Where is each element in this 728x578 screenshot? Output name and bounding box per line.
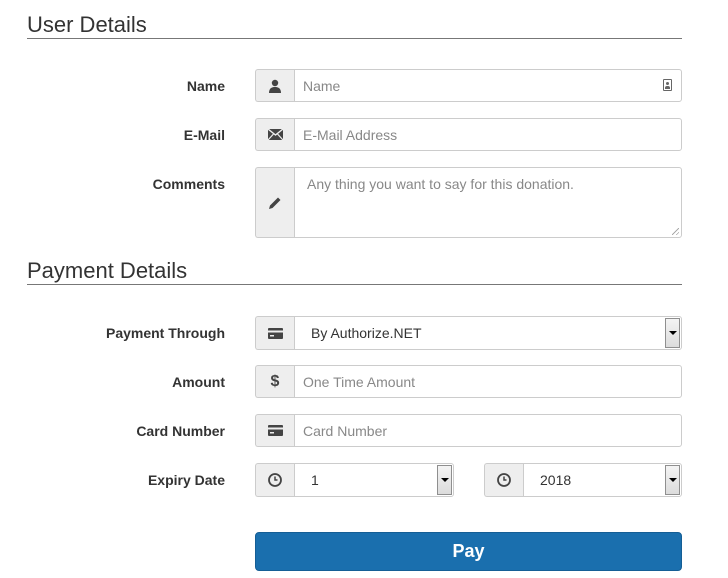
chevron-down-icon[interactable]: [665, 465, 680, 495]
contact-card-icon: [663, 79, 672, 91]
card-number-input-group: [255, 414, 682, 447]
credit-card-icon: [255, 316, 294, 350]
pay-button[interactable]: Pay: [255, 532, 682, 571]
comments-input-group: [255, 167, 682, 238]
card-number-label: Card Number: [136, 423, 225, 439]
payment-method-value: By Authorize.NET: [311, 325, 422, 341]
email-input-group: [255, 118, 682, 151]
payment-details-divider: [27, 284, 682, 285]
envelope-icon: [255, 118, 294, 151]
payment-through-group: By Authorize.NET: [255, 316, 682, 350]
chevron-down-icon[interactable]: [437, 465, 452, 495]
credit-card-icon: [255, 414, 294, 447]
expiry-month-select[interactable]: 1: [294, 463, 454, 497]
name-label: Name: [186, 78, 225, 94]
chevron-down-icon[interactable]: [665, 318, 680, 348]
payment-method-select[interactable]: By Authorize.NET: [294, 316, 682, 350]
comments-label: Comments: [152, 176, 225, 192]
user-icon: [255, 69, 294, 102]
expiry-month-value: 1: [311, 472, 319, 488]
comments-textarea[interactable]: [294, 167, 682, 238]
expiry-date-label: Expiry Date: [147, 472, 225, 488]
email-input[interactable]: [294, 118, 682, 151]
dollar-icon: $: [255, 365, 294, 398]
amount-label: Amount: [172, 374, 225, 390]
user-details-divider: [27, 38, 682, 39]
clock-icon: [484, 463, 523, 497]
amount-input[interactable]: [294, 365, 682, 398]
pencil-icon: [255, 167, 294, 238]
clock-icon: [255, 463, 294, 497]
card-number-input[interactable]: [294, 414, 682, 447]
name-input[interactable]: [294, 69, 682, 102]
payment-through-label: Payment Through: [105, 325, 225, 341]
expiry-year-select[interactable]: 2018: [523, 463, 682, 497]
expiry-year-group: 2018: [484, 463, 682, 497]
resize-handle[interactable]: [672, 228, 679, 235]
email-label: E-Mail: [183, 127, 225, 143]
payment-details-heading: Payment Details: [27, 258, 188, 283]
expiry-year-value: 2018: [540, 472, 572, 488]
amount-input-group: $: [255, 365, 682, 398]
user-details-heading: User Details: [27, 12, 147, 37]
expiry-month-group: 1: [255, 463, 454, 497]
name-input-group: [255, 69, 682, 102]
